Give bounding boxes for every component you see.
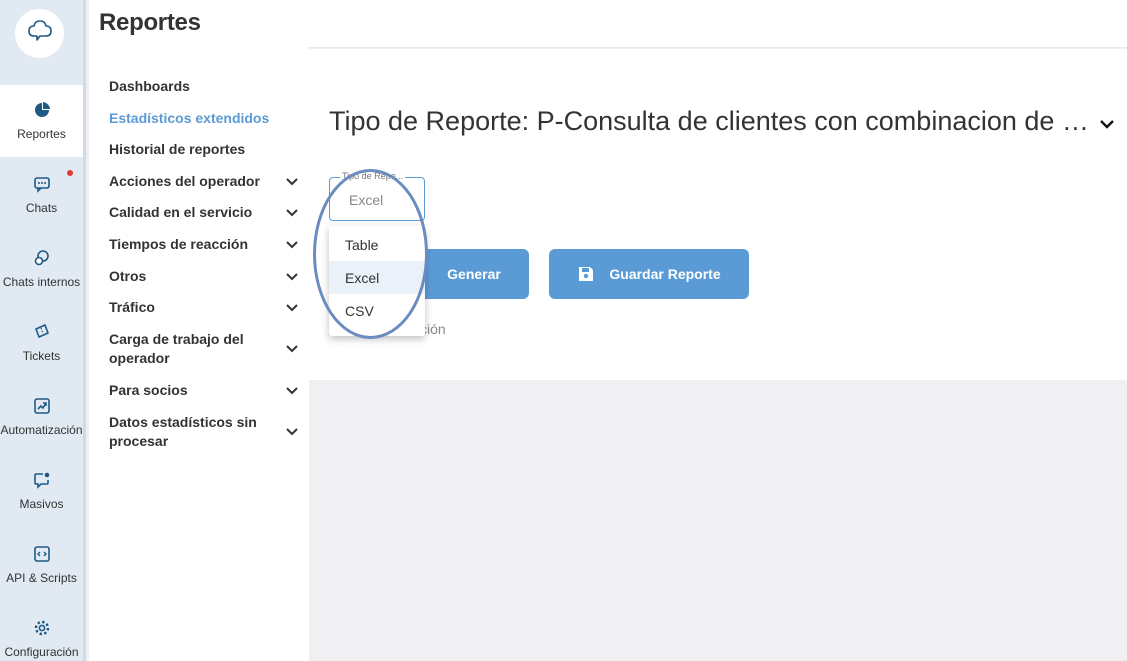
sidebar-item-calidad-servicio[interactable]: Calidad en el servicio [109,203,299,222]
chevron-down-icon [285,342,299,356]
nav-rail: Reportes Chats Chats internos Tickets Au… [0,0,86,661]
code-icon [31,543,53,565]
sidebar-item-dashboards[interactable]: Dashboards [109,77,299,96]
cloud-chat-logo-icon [26,17,54,50]
gear-icon [31,617,53,639]
rail-item-masivos[interactable]: Masivos [0,455,83,527]
rail-item-configuracion[interactable]: Configuración [0,603,83,661]
rail-item-tickets[interactable]: Tickets [0,307,83,379]
sidebar-item-acciones-operador[interactable]: Acciones del operador [109,172,299,191]
rail-item-automatizacion[interactable]: Automatización [0,381,83,453]
report-title: Tipo de Reporte: P-Consulta de clientes … [329,106,1089,136]
notification-dot [66,170,73,176]
sidebar-item-datos-sin-procesar[interactable]: Datos estadísticos sin procesar [109,413,299,451]
chevron-down-icon [285,270,299,284]
sidebar-item-trafico[interactable]: Tráfico [109,298,299,317]
rail-item-chats[interactable]: Chats [0,159,83,231]
sidebar-title: Reportes [99,9,201,36]
rail-item-chats-internos[interactable]: Chats internos [0,233,83,305]
dropdown-option-csv[interactable]: CSV [329,294,425,327]
select-value: Excel [349,192,384,208]
broadcast-icon [31,469,53,491]
rail-item-reportes[interactable]: Reportes [0,85,83,157]
sidebar-item-tiempos-reaccion[interactable]: Tiempos de reacción [109,235,299,254]
chat-icon [31,170,73,195]
chevron-down-icon [285,384,299,398]
ticket-icon [31,321,53,343]
dropdown-option-table[interactable]: Table [329,228,425,261]
report-panel: Tipo de Reporte: P-Consulta de clientes … [309,49,1127,380]
chevron-down-icon [285,175,299,189]
pie-chart-icon [31,99,53,121]
rail-item-api-scripts[interactable]: API & Scripts [0,529,83,601]
chevron-down-icon [285,301,299,315]
save-report-button[interactable]: Guardar Reporte [549,249,749,299]
report-format-select[interactable]: Tipo de Repo... Excel [329,171,425,221]
internal-chat-icon [31,247,53,269]
sidebar-item-historial[interactable]: Historial de reportes [109,140,299,159]
reports-sidebar: Reportes Dashboards Estadísticos extendi… [89,0,309,661]
chevron-down-icon [285,206,299,220]
app-logo[interactable] [15,9,64,58]
dropdown-option-excel[interactable]: Excel [329,261,425,294]
sidebar-item-estadisticos-extendidos[interactable]: Estadísticos extendidos [109,109,299,128]
sidebar-item-para-socios[interactable]: Para socios [109,381,299,400]
sidebar-item-otros[interactable]: Otros [109,267,299,286]
select-label: Tipo de Repo... [340,171,406,181]
chevron-down-icon [285,425,299,439]
top-bar [309,0,1127,48]
trend-icon [31,395,53,417]
floppy-disk-icon [577,265,595,283]
chevron-down-icon [285,238,299,252]
format-dropdown-menu: Table Excel CSV [329,226,425,336]
sidebar-item-carga-trabajo[interactable]: Carga de trabajo del operador [109,330,299,368]
chevron-down-icon[interactable] [1099,116,1115,134]
